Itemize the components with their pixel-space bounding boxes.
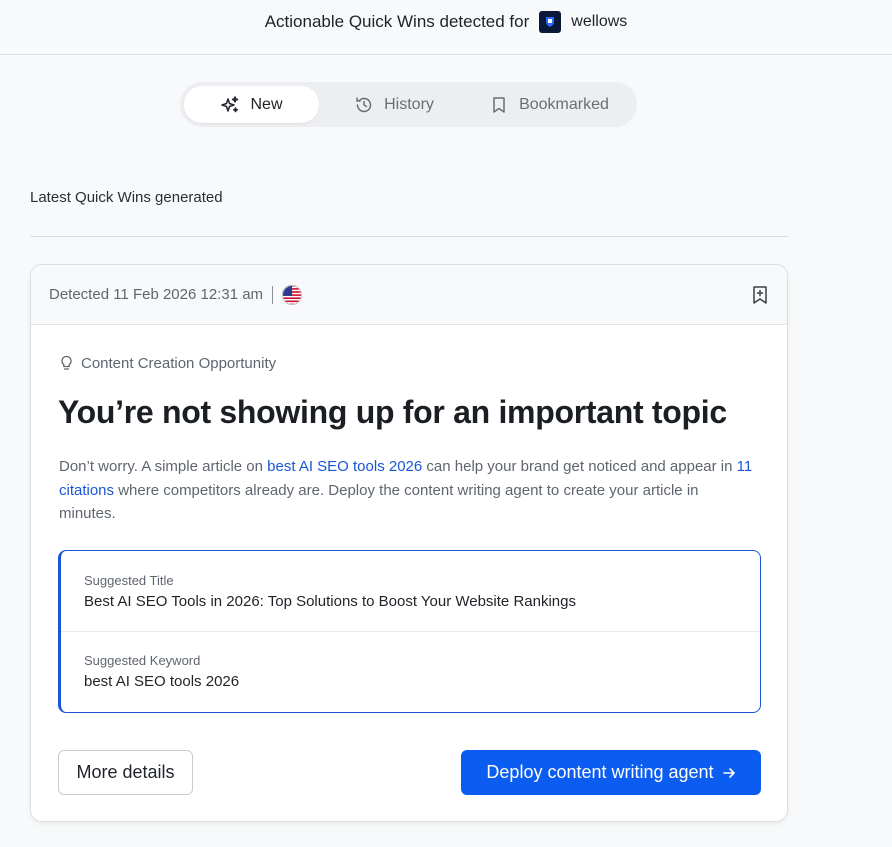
suggested-title-row: Suggested Title Best AI SEO Tools in 202… bbox=[84, 573, 576, 610]
top-header: Actionable Quick Wins detected for wello… bbox=[0, 0, 892, 55]
history-icon bbox=[356, 96, 372, 112]
card-header: Detected 11 Feb 2026 12:31 am bbox=[31, 265, 787, 325]
suggested-keyword-value: best AI SEO tools 2026 bbox=[84, 673, 240, 690]
tab-bookmarked[interactable]: Bookmarked bbox=[469, 86, 629, 123]
quick-win-card: Detected 11 Feb 2026 12:31 am Content Cr… bbox=[30, 264, 788, 822]
brand-name: wellows bbox=[571, 13, 628, 30]
opportunity-type: Content Creation Opportunity bbox=[59, 355, 276, 372]
tab-new-label: New bbox=[250, 95, 283, 113]
more-details-button[interactable]: More details bbox=[58, 750, 193, 795]
deploy-agent-label: Deploy content writing agent bbox=[486, 762, 714, 782]
suggested-title-label: Suggested Title bbox=[84, 573, 174, 588]
bookmark-icon bbox=[493, 96, 505, 113]
description-text-1: Don’t worry. A simple article on bbox=[59, 458, 268, 475]
card-description: Don’t worry. A simple article on best AI… bbox=[59, 455, 759, 526]
suggested-keyword-label: Suggested Keyword bbox=[84, 653, 201, 668]
brand-logo-icon bbox=[539, 11, 562, 33]
suggestions-divider bbox=[61, 631, 760, 632]
detected-timestamp: Detected 11 Feb 2026 12:31 am bbox=[49, 286, 264, 303]
lightbulb-icon bbox=[61, 355, 72, 370]
suggestions-box: Suggested Title Best AI SEO Tools in 202… bbox=[58, 550, 761, 713]
sparkles-icon bbox=[221, 95, 239, 112]
card-headline: You’re not showing up for an important t… bbox=[58, 394, 727, 430]
keyword-link[interactable]: best AI SEO tools 2026 bbox=[267, 458, 422, 475]
tab-switcher: New History Bookmarked bbox=[180, 82, 637, 127]
suggested-keyword-row: Suggested Keyword best AI SEO tools 2026 bbox=[84, 653, 239, 690]
bookmark-add-icon[interactable] bbox=[751, 285, 769, 305]
section-divider bbox=[30, 236, 788, 237]
us-flag-icon bbox=[282, 284, 303, 305]
tab-history[interactable]: History bbox=[319, 86, 469, 123]
header-title: Actionable Quick Wins detected for bbox=[264, 12, 530, 31]
tab-history-label: History bbox=[384, 95, 434, 113]
section-label: Latest Quick Wins generated bbox=[30, 189, 223, 206]
description-text-2: can help your brand get noticed and appe… bbox=[422, 458, 737, 475]
arrow-right-icon bbox=[722, 767, 735, 778]
deploy-agent-button[interactable]: Deploy content writing agent bbox=[461, 750, 761, 795]
description-text-3: where competitors already are. Deploy th… bbox=[59, 481, 699, 523]
suggested-title-value: Best AI SEO Tools in 2026: Top Solutions… bbox=[84, 593, 576, 610]
header-separator bbox=[272, 285, 274, 304]
tab-new[interactable]: New bbox=[184, 86, 319, 123]
tab-bookmarked-label: Bookmarked bbox=[519, 95, 609, 113]
opportunity-type-label: Content Creation Opportunity bbox=[81, 355, 277, 372]
